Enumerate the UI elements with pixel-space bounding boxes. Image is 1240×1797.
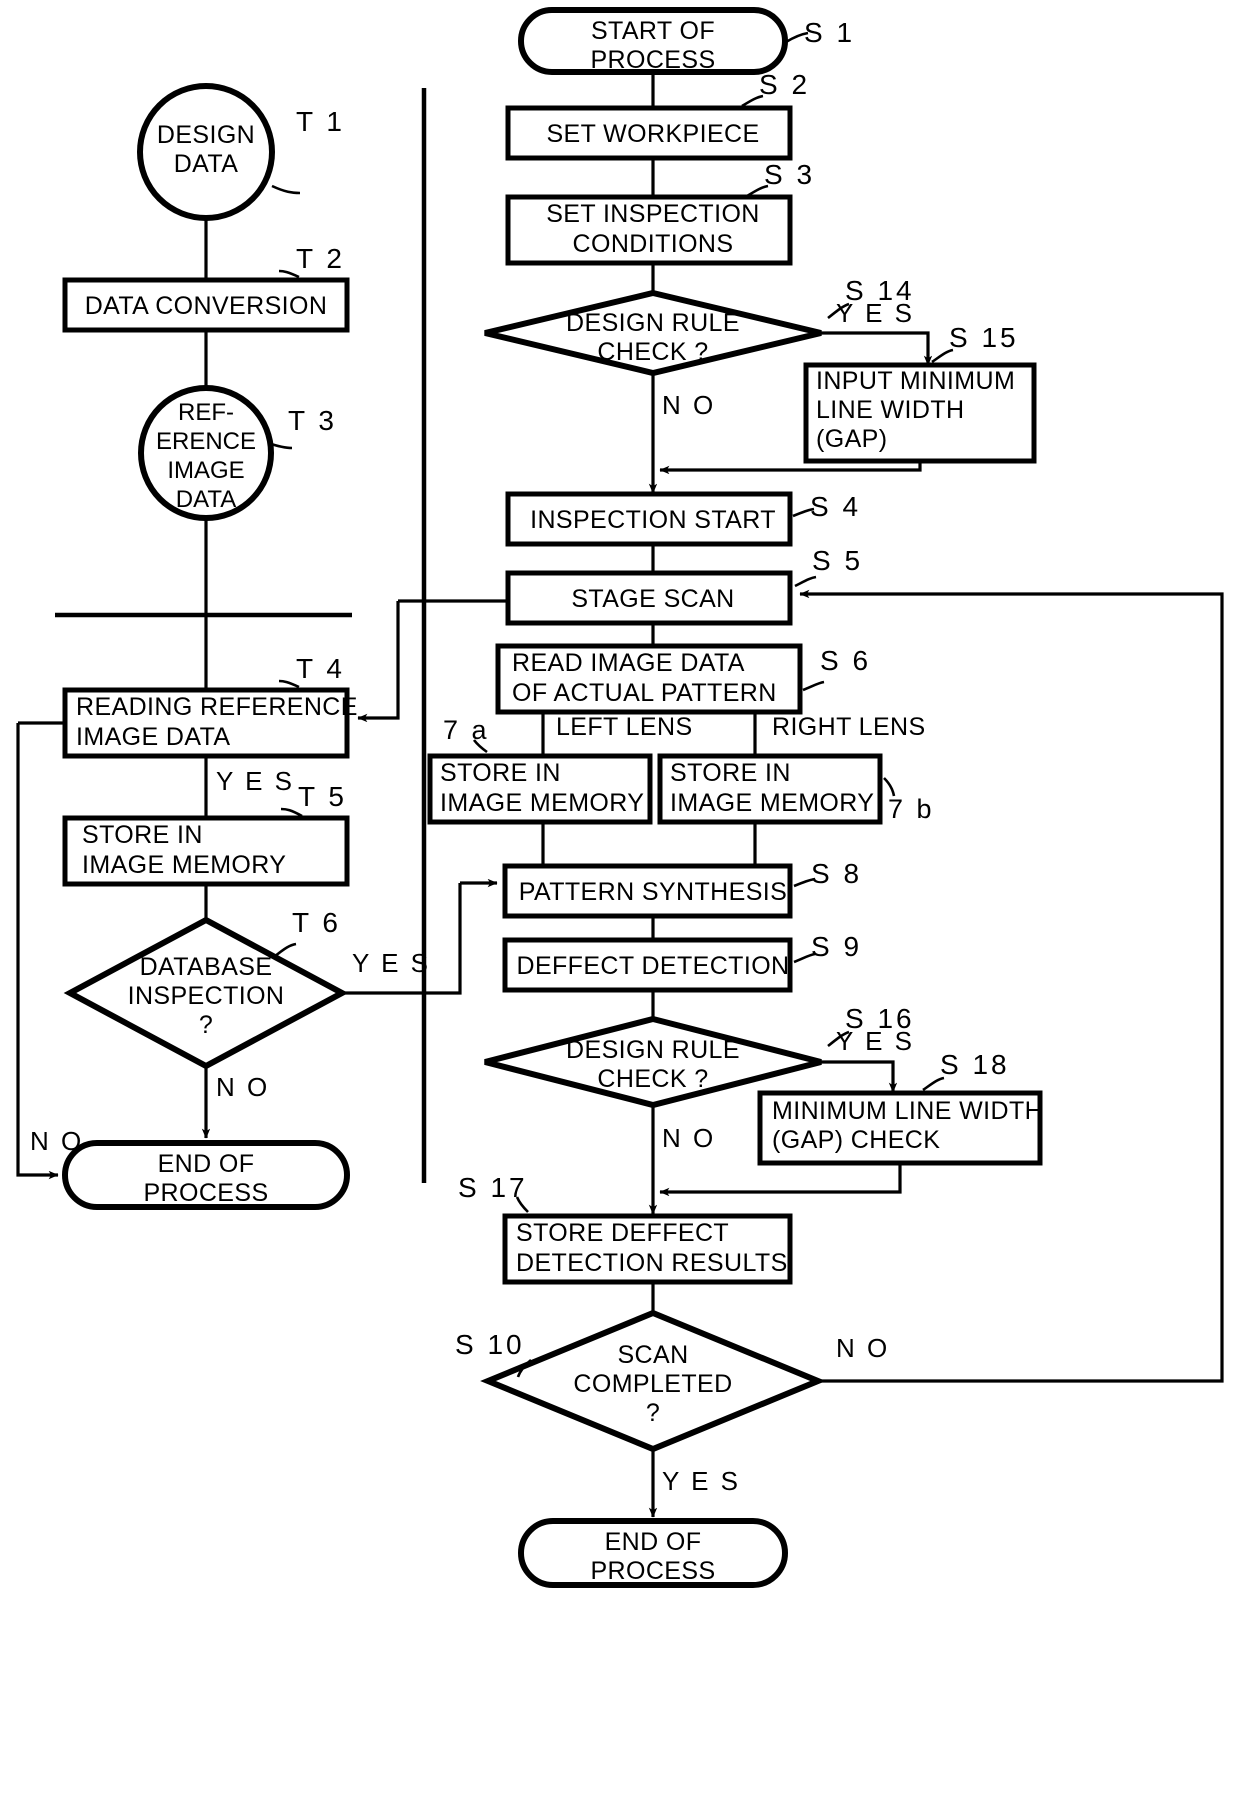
label-loop-no: N O [30, 1126, 84, 1156]
label-S14-no: N O [662, 390, 716, 420]
node-S10-line-1: COMPLETED [573, 1370, 732, 1398]
label-S16-yes: Y E S [836, 1026, 915, 1056]
node-T4-line-1: IMAGE DATA [76, 723, 230, 751]
edge-S16-yes-to-S18 [821, 1060, 898, 1093]
edge-loop-no-to-end [16, 723, 59, 1180]
node-S8-line-0: PATTERN SYNTHESIS [519, 878, 787, 906]
leader-S6 [802, 680, 825, 692]
node-T6-line-2: ? [199, 1011, 213, 1039]
ref-T5: T 5 [298, 781, 347, 812]
ref-T3: T 3 [288, 405, 337, 436]
ref-S5: S 5 [812, 545, 863, 576]
node-S6-line-0: READ IMAGE DATA [512, 649, 745, 677]
ref-S3: S 3 [764, 159, 815, 190]
node-T1-line-1: DATA [174, 150, 239, 178]
leader-T1 [271, 184, 301, 195]
leader-S5 [794, 575, 817, 588]
ref-T1: T 1 [296, 106, 345, 137]
ref-S4: S 4 [810, 491, 861, 522]
flowchart-canvas: DESIGN DATA T 1 DATA CONVERSION T 2 REF-… [0, 0, 1240, 1797]
node-S16-line-0: DESIGN RULE [566, 1036, 740, 1064]
ref-S1: S 1 [804, 17, 855, 48]
ref-S2: S 2 [759, 69, 810, 100]
node-7a-line-0: STORE IN [440, 759, 561, 787]
node-S6-line-1: OF ACTUAL PATTERN [512, 679, 777, 707]
label-S10-yes: Y E S [662, 1466, 741, 1496]
node-T1-line-0: DESIGN [157, 121, 255, 149]
label-T4-yes: Y E S [216, 766, 295, 796]
edge-S18-return [659, 1163, 902, 1197]
node-S1-line-1: PROCESS [590, 46, 715, 74]
node-S16-line-1: CHECK ? [597, 1065, 708, 1093]
node-S15-line-1: LINE WIDTH [816, 396, 964, 424]
label-S14-yes: Y E S [836, 298, 915, 328]
node-7b-line-1: IMAGE MEMORY [670, 789, 874, 817]
ref-7a: 7 a [443, 715, 490, 745]
node-S2-line-0: SET WORKPIECE [546, 120, 759, 148]
ref-T2: T 2 [296, 243, 345, 274]
node-right-end-line-1: PROCESS [590, 1557, 715, 1585]
node-S10-line-2: ? [646, 1399, 660, 1427]
flowchart-svg: DESIGN DATA T 1 DATA CONVERSION T 2 REF-… [16, 7, 1224, 1588]
label-T6-yes: Y E S [352, 948, 431, 978]
node-S15-line-0: INPUT MINIMUM [816, 367, 1015, 395]
node-S4-line-0: INSPECTION START [530, 506, 776, 534]
label-right-lens: RIGHT LENS [772, 713, 926, 741]
node-S14-line-1: CHECK ? [597, 338, 708, 366]
node-S15-line-2: (GAP) [816, 425, 887, 453]
node-S18-line-0: MINIMUM LINE WIDTH [772, 1097, 1043, 1125]
ref-S17: S 17 [458, 1172, 528, 1203]
ref-T4: T 4 [296, 653, 345, 684]
node-S10-line-0: SCAN [617, 1341, 688, 1369]
ref-S9: S 9 [811, 931, 862, 962]
edge-S14-yes-to-S15 [821, 331, 933, 366]
ref-S10: S 10 [455, 1329, 525, 1360]
node-T3-line-0: REF- [178, 399, 234, 426]
node-left-end-line-0: END OF [158, 1150, 255, 1178]
node-T2-line-0: DATA CONVERSION [85, 292, 328, 320]
node-S3-line-0: SET INSPECTION [546, 200, 760, 228]
ref-S8: S 8 [811, 858, 862, 889]
node-T6-line-0: DATABASE [140, 953, 273, 981]
node-T5-line-1: IMAGE MEMORY [82, 851, 286, 879]
ref-T6: T 6 [292, 907, 341, 938]
leader-T6 [273, 942, 297, 959]
node-S9-line-0: DEFFECT DETECTION [516, 952, 789, 980]
label-T6-no: N O [216, 1072, 270, 1102]
node-S1-line-0: START OF [591, 17, 715, 45]
ref-S15: S 15 [949, 322, 1019, 353]
label-S16-no: N O [662, 1123, 716, 1153]
node-T5-line-0: STORE IN [82, 821, 203, 849]
node-S17-line-1: DETECTION RESULTS [516, 1249, 788, 1277]
label-S10-no: N O [836, 1333, 890, 1363]
ref-S18: S 18 [940, 1049, 1010, 1080]
node-S3-line-1: CONDITIONS [573, 230, 734, 258]
edge-S5-to-T4 [357, 601, 400, 723]
node-7a-line-1: IMAGE MEMORY [440, 789, 644, 817]
node-T4-line-0: READING REFERENCE [76, 693, 358, 721]
node-right-end-line-0: END OF [605, 1528, 702, 1556]
node-T3-line-3: DATA [176, 486, 236, 513]
node-S17-line-0: STORE DEFFECT [516, 1219, 729, 1247]
label-left-lens: LEFT LENS [556, 713, 693, 741]
ref-7b: 7 b [888, 794, 935, 824]
ref-S6: S 6 [820, 645, 871, 676]
node-left-end-line-1: PROCESS [143, 1179, 268, 1207]
node-T6-line-1: INSPECTION [128, 982, 285, 1010]
node-T3-line-1: ERENCE [156, 428, 256, 455]
node-7b-line-0: STORE IN [670, 759, 791, 787]
node-T3-line-2: IMAGE [167, 457, 244, 484]
node-S5-line-0: STAGE SCAN [571, 585, 734, 613]
node-S14-line-0: DESIGN RULE [566, 309, 740, 337]
node-S18-line-1: (GAP) CHECK [772, 1126, 940, 1154]
